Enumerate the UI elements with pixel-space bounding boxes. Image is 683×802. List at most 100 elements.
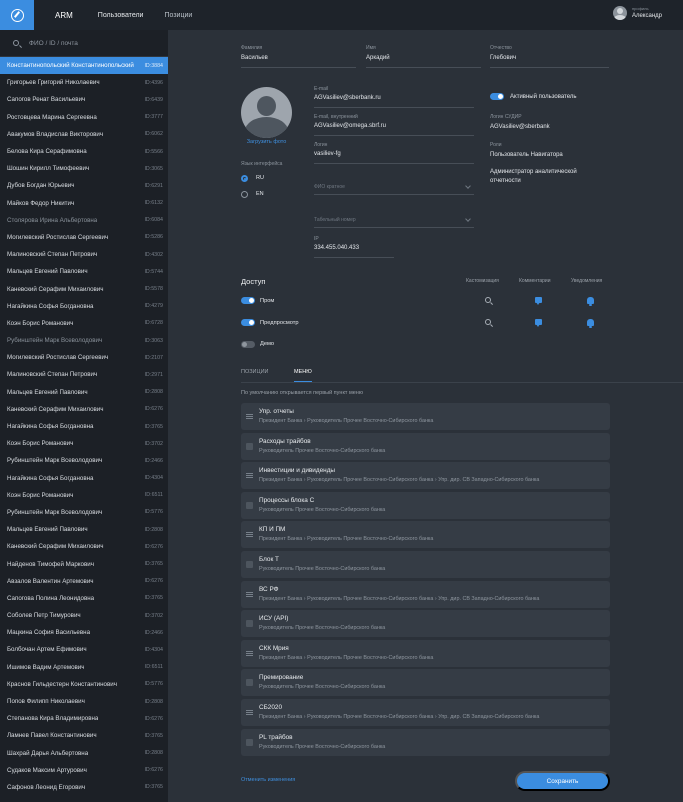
user-list-item[interactable]: Майков Федор Никитич ID:6132 — [0, 195, 168, 212]
user-list-item[interactable]: Дубов Богдан Юрьевич ID:6291 — [0, 177, 168, 194]
short-name-field[interactable]: ФИО кратное — [314, 184, 345, 190]
upload-photo-link[interactable]: Загрузить фото — [241, 139, 292, 145]
internal-email-field[interactable]: AGVasiliev@omega.sbrf.ru — [314, 123, 386, 129]
user-list-item[interactable]: Рубинштейн Марк Всеволодович ID:3063 — [0, 332, 168, 349]
user-list-item[interactable]: Малиновский Степан Петрович ID:4302 — [0, 246, 168, 263]
chevron-down-icon[interactable] — [465, 183, 471, 189]
user-list-item[interactable]: Малиновский Степан Петрович ID:2971 — [0, 366, 168, 383]
user-list-item[interactable]: Каневский Серафим Михаилович ID:6276 — [0, 538, 168, 555]
en-radio[interactable] — [241, 191, 248, 198]
demo-toggle[interactable] — [241, 341, 255, 348]
nav-positions[interactable]: Позиции — [164, 12, 192, 19]
tab-number-field[interactable]: Табельный номер — [314, 217, 356, 223]
user-list-item[interactable]: Столярова Ирина Альбертовна ID:6084 — [0, 212, 168, 229]
user-list-item[interactable]: Григорьев Григорий Николаевич ID:4396 — [0, 74, 168, 91]
name-field[interactable]: Аркадий — [366, 55, 390, 61]
user-list-item[interactable]: Попов Филипп Николаевич ID:2808 — [0, 693, 168, 710]
bell-icon[interactable] — [587, 319, 594, 328]
user-list-item[interactable]: Мальцев Евгений Павлович ID:2808 — [0, 521, 168, 538]
cancel-changes-link[interactable]: Отменить изменения — [241, 777, 295, 783]
login-field[interactable]: vasiliev-fg — [314, 151, 341, 157]
user-list-item[interactable]: Судаков Максим Артурович ID:6276 — [0, 762, 168, 779]
menu-checkbox[interactable] — [246, 620, 253, 628]
compass-icon[interactable] — [0, 0, 34, 30]
user-list-item[interactable]: Мацкина София Васильевна ID:2466 — [0, 624, 168, 641]
menu-item-card[interactable]: Инвестиции и дивиденды Президент Банка › … — [241, 462, 610, 490]
nav-users[interactable]: Пользователи — [98, 12, 144, 19]
user-list-item[interactable]: Шахрай Дарья Альбертовна ID:2808 — [0, 745, 168, 762]
menu-item-card[interactable]: СБ2020 Президент Банка › Руководитель Про… — [241, 699, 610, 726]
menu-item-card[interactable]: Блок Т Руководитель Прочее Восточно-Сибир… — [241, 551, 610, 578]
tab-positions[interactable]: ПОЗИЦИИ — [241, 369, 268, 375]
surname-field[interactable]: Васильев — [241, 55, 268, 61]
chevron-down-icon[interactable] — [465, 216, 471, 222]
menu-checkbox[interactable] — [246, 501, 253, 509]
search-input[interactable] — [29, 39, 159, 47]
magnifier-icon[interactable] — [485, 297, 491, 303]
drag-handle-icon[interactable] — [246, 591, 253, 597]
user-list-item[interactable]: Нагайкина Софья Богдановна ID:3765 — [0, 418, 168, 435]
drag-handle-icon[interactable] — [246, 414, 253, 419]
active-user-toggle[interactable] — [490, 93, 504, 100]
user-list-item[interactable]: Константинопольский Константинопольский I… — [0, 57, 168, 75]
user-list-item[interactable]: Мальцев Евгений Павлович ID:2808 — [0, 384, 168, 401]
drag-handle-icon[interactable] — [246, 710, 253, 715]
user-list-item[interactable]: Авакумов Владислав Викторович ID:6062 — [0, 126, 168, 143]
menu-checkbox[interactable] — [246, 442, 253, 450]
menu-item-card[interactable]: СКК Мрия Президент Банка › Руководитель П… — [241, 639, 610, 667]
comment-icon[interactable] — [535, 319, 542, 327]
preview-toggle[interactable] — [241, 319, 255, 326]
user-list-item[interactable]: Коэн Борис Романович ID:3702 — [0, 435, 168, 452]
user-list-item[interactable]: Коэн Борис Романович ID:6728 — [0, 315, 168, 332]
user-list[interactable]: Константинопольский Константинопольский I… — [0, 57, 168, 796]
menu-item-card[interactable]: Премирование Руководитель Прочее Восточно… — [241, 669, 610, 697]
user-list-item[interactable]: Рубинштейн Марк Всеволодович ID:2466 — [0, 452, 168, 469]
menu-item-card[interactable]: Расходы трайбов Руководитель Прочее Восто… — [241, 432, 610, 460]
save-button[interactable]: Сохранить — [515, 771, 610, 791]
user-list-item[interactable]: Могилевский Ростислав Сергеевич ID:5286 — [0, 229, 168, 246]
user-list-item[interactable]: Сафонов Леонид Егорович ID:3765 — [0, 779, 168, 796]
menu-item-card[interactable]: ВС РФ Президент Банка › Руководитель Проч… — [241, 580, 610, 608]
app-name[interactable]: ARM — [55, 11, 73, 20]
user-list-item[interactable]: Ламнев Павел Константинович ID:3765 — [0, 727, 168, 744]
user-list-item[interactable]: Ишимов Вадим Артемович ID:6511 — [0, 659, 168, 676]
menu-item-card[interactable]: Процессы блока С Руководитель Прочее Вост… — [241, 491, 610, 519]
user-search[interactable] — [0, 30, 168, 57]
user-list-item[interactable]: Белова Кира Серафимовна ID:5566 — [0, 143, 168, 160]
user-list-item[interactable]: Нагайкина Софья Богдановна ID:4279 — [0, 298, 168, 315]
menu-checkbox[interactable] — [246, 561, 253, 568]
user-list-item[interactable]: Сапогов Ренат Васильевич ID:6439 — [0, 91, 168, 108]
user-list-item[interactable]: Нагайкина Софья Богдановна ID:4304 — [0, 470, 168, 487]
user-list-item[interactable]: Найденов Тимофей Маркович ID:3765 — [0, 555, 168, 572]
menu-checkbox[interactable] — [246, 738, 253, 746]
user-list-sidebar[interactable]: Константинопольский Константинопольский I… — [0, 30, 168, 802]
menu-checkbox[interactable] — [246, 679, 253, 687]
user-list-item[interactable]: Каневский Серафим Михаилович ID:6276 — [0, 401, 168, 418]
user-list-item[interactable]: Соболев Петр Тимурович ID:3702 — [0, 607, 168, 624]
user-list-item[interactable]: Коэн Борис Романович ID:6511 — [0, 487, 168, 504]
menu-item-card[interactable]: Упр. отчеты Президент Банка › Руководител… — [241, 403, 610, 430]
ru-radio[interactable] — [241, 175, 248, 182]
user-list-item[interactable]: Краснов Гильдестерн Константинович ID:577… — [0, 676, 168, 693]
drag-handle-icon[interactable] — [246, 473, 253, 479]
menu-item-card[interactable]: КП И ПМ Президент Банка › Руководитель Пр… — [241, 521, 610, 549]
ip-field[interactable]: 334.455.040.433 — [314, 245, 359, 251]
user-list-item[interactable]: Мальцев Евгений Павлович ID:5744 — [0, 263, 168, 280]
profile-menu[interactable]: профиль Александр — [612, 6, 662, 20]
prom-toggle[interactable] — [241, 297, 255, 304]
menu-item-card[interactable]: PL трайбов Руководитель Прочее Восточно-С… — [241, 728, 610, 756]
user-avatar-icon[interactable] — [612, 6, 627, 20]
user-list-item[interactable]: Болбочан Артем Ефимович ID:4304 — [0, 641, 168, 658]
user-list-item[interactable]: Каневский Серафим Михаилович ID:5578 — [0, 280, 168, 297]
drag-handle-icon[interactable] — [246, 650, 253, 656]
user-list-item[interactable]: Шошин Кирилл Тимофеевич ID:3065 — [0, 160, 168, 177]
patronymic-field[interactable]: Глебович — [490, 55, 516, 61]
user-list-item[interactable]: Сапогова Полина Леонидовна ID:3765 — [0, 590, 168, 607]
bell-icon[interactable] — [587, 297, 594, 306]
menu-item-card[interactable]: ИСУ (API) Руководитель Прочее Восточно-Си… — [241, 610, 610, 638]
email-field[interactable]: AGVasiliev@sberbank.ru — [314, 95, 381, 101]
magnifier-icon[interactable] — [485, 319, 491, 325]
user-list-item[interactable]: Ростовцева Марина Сергеевна ID:3777 — [0, 109, 168, 126]
user-list-item[interactable]: Авзалов Валентин Артемович ID:6276 — [0, 573, 168, 590]
comment-icon[interactable] — [535, 297, 542, 305]
